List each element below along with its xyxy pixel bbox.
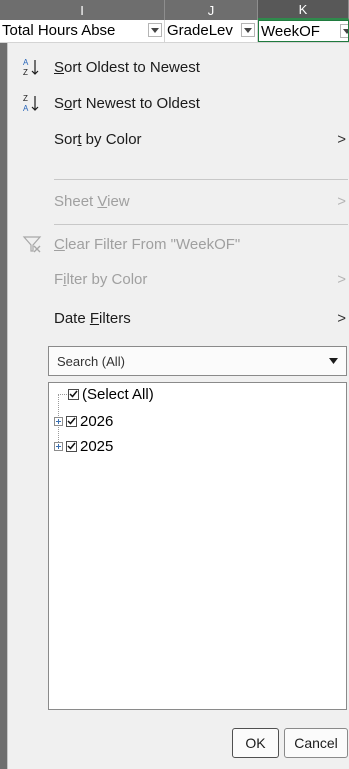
submenu-arrow-icon: > — [337, 130, 346, 148]
header-cell-total-hours[interactable]: Total Hours Abse — [0, 20, 165, 42]
table-header-row: Total Hours Abse GradeLev WeekOF — [0, 20, 349, 43]
checkmark-icon — [67, 442, 76, 450]
checkbox[interactable] — [68, 388, 79, 400]
column-header-j[interactable]: J — [165, 0, 258, 20]
column-header-strip: I J K — [0, 0, 349, 20]
sheet-view: Sheet View > — [54, 192, 346, 210]
chevron-down-icon — [151, 27, 159, 33]
list-item-2026[interactable]: 2026 — [54, 410, 113, 432]
list-item-select-all[interactable]: (Select All) — [68, 383, 154, 405]
search-input[interactable]: Search (All) — [48, 346, 347, 376]
menu-separator — [54, 179, 348, 180]
list-item-2025[interactable]: 2025 — [54, 435, 113, 457]
filter-dropdown-button[interactable] — [148, 23, 162, 37]
sort-oldest-to-newest[interactable]: A Z Sort Oldest to Newest — [8, 49, 349, 85]
expand-plus-icon[interactable] — [54, 416, 63, 426]
sort-by-color[interactable]: Sort by Color > — [8, 121, 349, 157]
filter-value-list[interactable]: (Select All) 2026 2025 — [48, 382, 347, 710]
clear-filter-icon — [22, 236, 42, 253]
submenu-arrow-icon: > — [337, 270, 346, 288]
column-header-k[interactable]: K — [258, 0, 349, 20]
filter-dropdown-button[interactable] — [241, 23, 255, 37]
svg-text:Z: Z — [23, 68, 28, 77]
chevron-down-icon[interactable] — [329, 358, 338, 364]
clear-filter: Clear Filter From "WeekOF" — [8, 226, 349, 262]
submenu-arrow-icon: > — [337, 192, 346, 210]
header-cell-weekof[interactable]: WeekOF — [258, 20, 349, 42]
checkbox[interactable] — [66, 440, 77, 452]
tree-connector — [58, 394, 67, 395]
row-gutter — [0, 43, 7, 769]
filter-dropdown-button[interactable] — [340, 24, 348, 38]
checkmark-icon — [67, 417, 76, 425]
cancel-button[interactable]: Cancel — [284, 728, 348, 758]
filter-by-color: Filter by Color > — [54, 270, 346, 288]
header-cell-gradelevel[interactable]: GradeLev — [165, 20, 258, 42]
sort-newest-to-oldest[interactable]: Z A Sort Newest to Oldest — [8, 85, 349, 121]
checkbox[interactable] — [66, 415, 77, 427]
expand-plus-icon[interactable] — [54, 441, 63, 451]
svg-text:A: A — [23, 104, 29, 113]
sort-ascending-icon: A Z — [23, 58, 39, 77]
svg-text:Z: Z — [23, 94, 28, 103]
sort-descending-icon: Z A — [23, 94, 39, 113]
date-filters[interactable]: Date Filters > — [8, 300, 349, 336]
chevron-down-icon — [244, 27, 252, 33]
chevron-down-icon — [343, 28, 348, 34]
menu-separator — [54, 224, 348, 225]
svg-text:A: A — [23, 58, 29, 67]
ok-button[interactable]: OK — [232, 728, 279, 758]
filter-dropdown-panel: A Z Sort Oldest to Newest Z A Sort Newes… — [7, 43, 349, 769]
checkmark-icon — [69, 390, 78, 398]
submenu-arrow-icon: > — [337, 309, 346, 327]
column-header-i[interactable]: I — [0, 0, 165, 20]
